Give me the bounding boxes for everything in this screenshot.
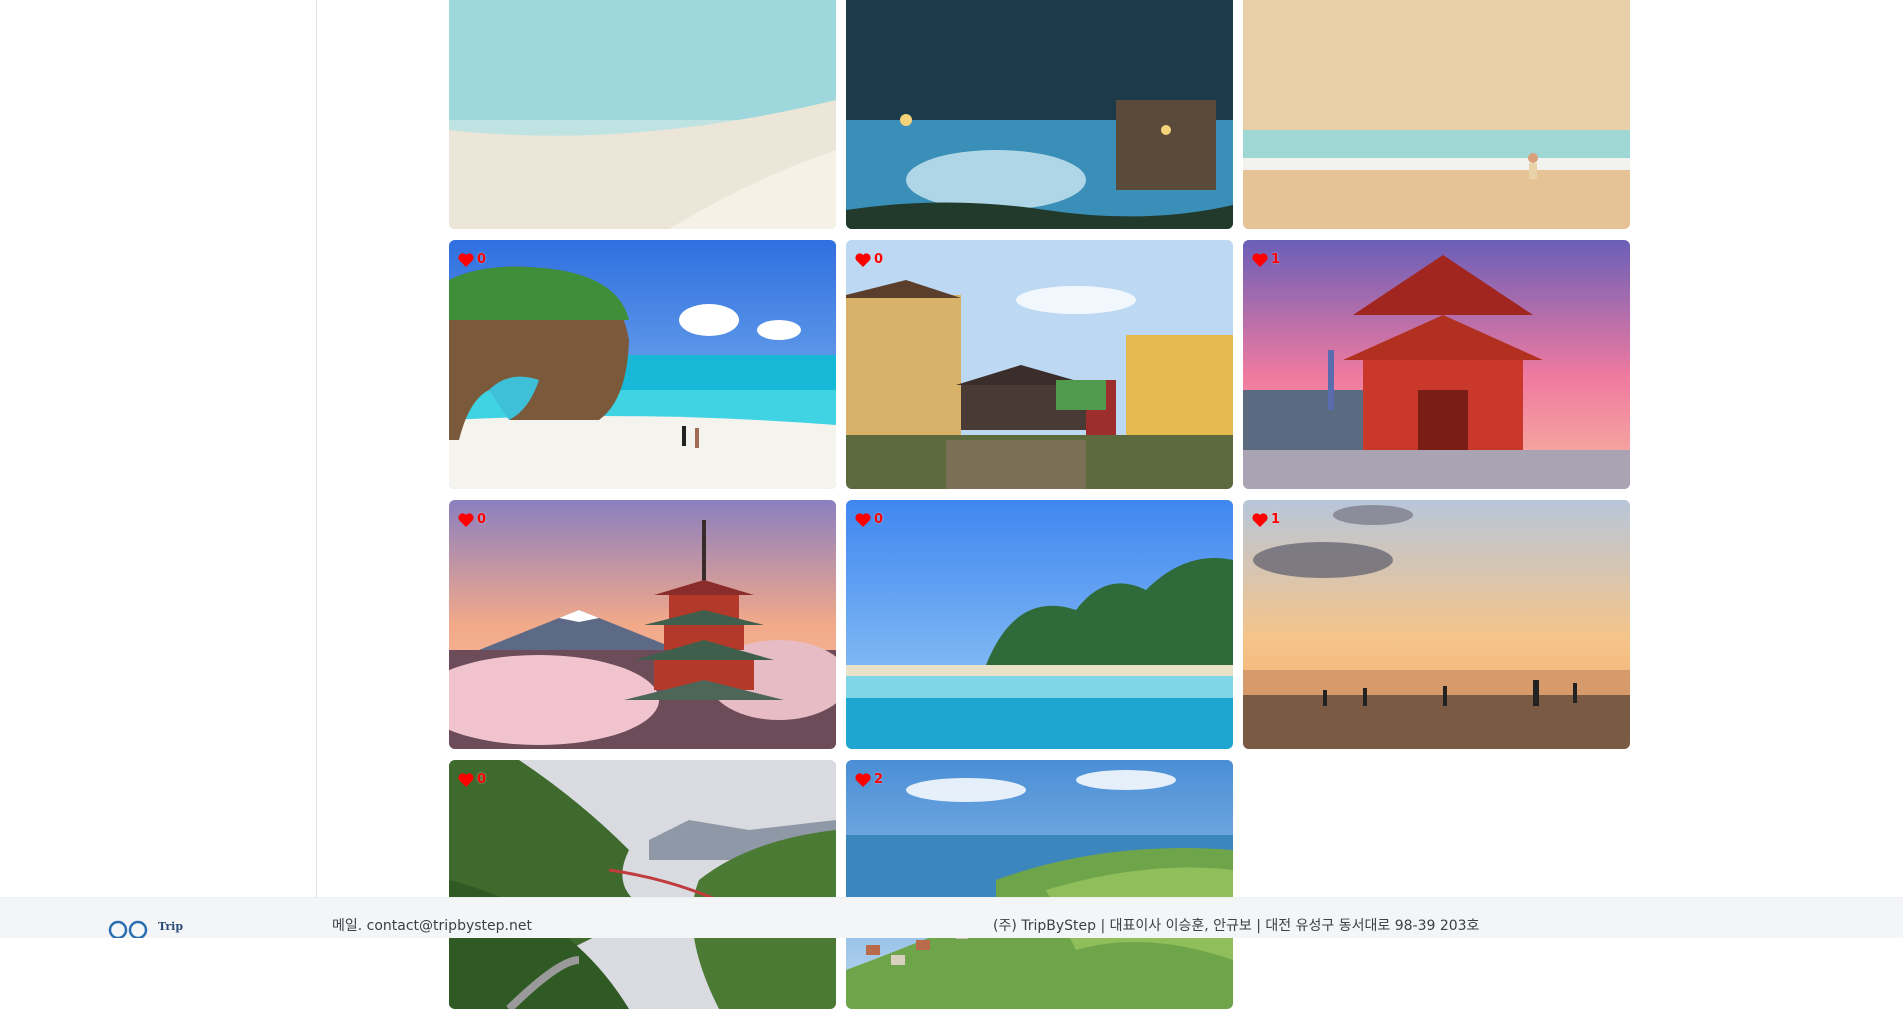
- heart-icon: [458, 772, 474, 787]
- like-counter[interactable]: 1: [1252, 252, 1280, 267]
- destination-card[interactable]: [449, 0, 836, 229]
- like-count: 1: [1271, 252, 1281, 267]
- heart-icon: [855, 772, 871, 787]
- destination-card[interactable]: 0: [846, 500, 1233, 749]
- forest-suspension-bridge-image: [449, 760, 836, 1009]
- destination-card[interactable]: [846, 0, 1233, 229]
- site-footer: Trip 메일. contact@tripbystep.net (주) Trip…: [0, 897, 1903, 938]
- like-count: 1: [1271, 512, 1281, 527]
- like-counter[interactable]: 1: [1252, 512, 1280, 527]
- destination-card[interactable]: [1243, 0, 1630, 229]
- lake-vineyard-village-image: [846, 760, 1233, 1009]
- like-count: 0: [477, 512, 487, 527]
- senso-ji-gate-tokyo-image: [1243, 240, 1630, 489]
- tripbystep-logo-icon: [108, 920, 148, 938]
- footer-logo-text: Trip: [158, 920, 184, 933]
- heart-icon: [1252, 252, 1268, 267]
- like-counter[interactable]: 2: [855, 772, 883, 787]
- destination-card[interactable]: 0: [846, 240, 1233, 489]
- like-count: 0: [477, 772, 487, 787]
- like-count: 0: [874, 512, 884, 527]
- like-counter[interactable]: 0: [855, 512, 883, 527]
- tropical-island-lagoon-image: [846, 500, 1233, 749]
- heart-icon: [458, 252, 474, 267]
- like-counter[interactable]: 0: [458, 512, 486, 527]
- sunset-beach-crowd-image: [1243, 500, 1630, 749]
- rock-arch-beach-image: [449, 240, 836, 489]
- destination-gallery: 0 0 1 0 0 1 0 2: [449, 0, 1630, 1009]
- heart-icon: [1252, 512, 1268, 527]
- like-counter[interactable]: 0: [458, 772, 486, 787]
- heart-icon: [458, 512, 474, 527]
- footer-email: 메일. contact@tripbystep.net: [332, 918, 532, 934]
- destination-card[interactable]: 1: [1243, 240, 1630, 489]
- like-counter[interactable]: 0: [458, 252, 486, 267]
- destination-card[interactable]: 1: [1243, 500, 1630, 749]
- white-sand-beach-image: [449, 0, 836, 229]
- like-count: 0: [874, 252, 884, 267]
- hoi-an-japanese-bridge-image: [846, 240, 1233, 489]
- heart-icon: [855, 252, 871, 267]
- left-sidebar: [0, 0, 317, 897]
- destination-card[interactable]: 0: [449, 500, 836, 749]
- destination-card[interactable]: 2: [846, 760, 1233, 1009]
- chureito-pagoda-fuji-image: [449, 500, 836, 749]
- like-count: 0: [477, 252, 487, 267]
- footer-company-info: (주) TripByStep | 대표이사 이승훈, 안규보 | 대전 유성구 …: [993, 918, 1480, 934]
- destination-card[interactable]: 0: [449, 240, 836, 489]
- footer-logo[interactable]: Trip: [108, 916, 183, 938]
- like-count: 2: [874, 772, 884, 787]
- beach-girl-walking-image: [1243, 0, 1630, 229]
- like-counter[interactable]: 0: [855, 252, 883, 267]
- destination-card[interactable]: 0: [449, 760, 836, 1009]
- heart-icon: [855, 512, 871, 527]
- night-reflection-pool-image: [846, 0, 1233, 229]
